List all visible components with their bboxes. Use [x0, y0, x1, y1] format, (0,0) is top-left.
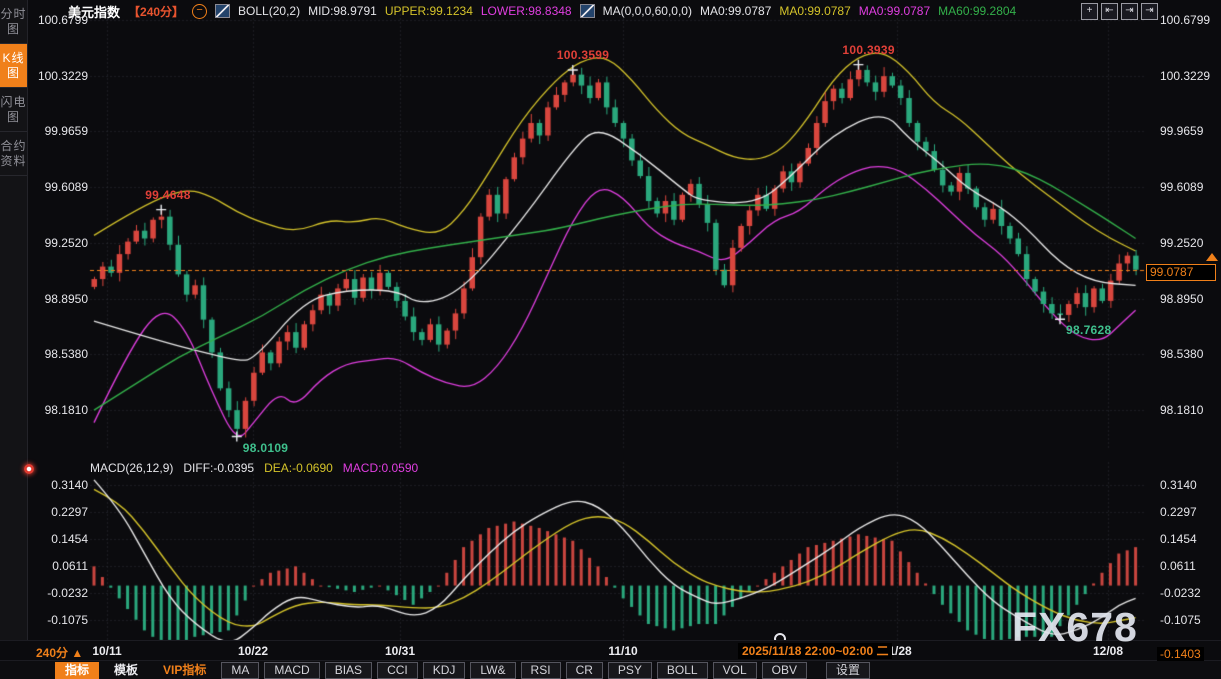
pan-icon[interactable]: +: [1081, 3, 1098, 20]
indicator-toolbar: 指标模板 VIP指标 MA MACD BIAS CCI KDJLW&RSI CR PSY BOLL…: [0, 660, 1221, 679]
sidebar-item-1[interactable]: K线图: [0, 44, 27, 88]
macd-axis-right-tick-4: -0.0232: [1160, 586, 1220, 600]
main-axis-right-tick-1: 100.3229: [1160, 69, 1220, 83]
toolbar-tab-3[interactable]: MA: [221, 662, 259, 679]
date-label-3: 11/10: [608, 644, 637, 658]
macd-macd-value: MACD:0.0590: [343, 461, 418, 475]
toolbar-tab-0[interactable]: 指标: [55, 662, 99, 679]
macd-header: MACD(26,12,9) DIFF:-0.0395 DEA:-0.0690 M…: [90, 461, 418, 475]
main-axis-left-tick-3: 99.6089: [28, 180, 88, 194]
toolbar-tab-6[interactable]: CCI: [377, 662, 418, 679]
extreme-high-label-0: 99.4648: [145, 188, 190, 202]
boll-mid-value: MID:98.9791: [308, 4, 377, 18]
period-label[interactable]: 【240分】: [128, 3, 184, 20]
chart-header: 美元指数 【240分】 − BOLL(20,2) MID:98.9791 UPP…: [68, 0, 1016, 22]
main-axis-right-tick-0: 100.6799: [1160, 13, 1220, 27]
chart-tool-icons: +⇤⇥⇥: [1081, 3, 1158, 20]
macd-params-label: MACD(26,12,9): [90, 461, 173, 475]
toolbar-tab-14[interactable]: OBV: [762, 662, 807, 679]
sidebar-item-0[interactable]: 分时图: [0, 0, 27, 44]
sidebar-item-3[interactable]: 合约资料: [0, 132, 27, 176]
toolbar-tab-13[interactable]: VOL: [713, 662, 757, 679]
sidebar-item-2[interactable]: 闪电图: [0, 88, 27, 132]
toolbar-tab-1[interactable]: 模板: [104, 662, 148, 679]
ma60-green-value: MA60:99.2804: [938, 4, 1016, 18]
toolbar-tab-5[interactable]: BIAS: [325, 662, 372, 679]
period-selector[interactable]: 240分 ▲: [36, 644, 83, 661]
macd-axis-left-tick-2: 0.1454: [28, 532, 88, 546]
macd-cursor-value-tag: -0.1403: [1157, 647, 1204, 661]
toolbar-tab-15[interactable]: 设置: [826, 662, 870, 679]
compress-left-icon[interactable]: ⇤: [1101, 3, 1118, 20]
main-axis-left-tick-4: 99.2520: [28, 236, 88, 250]
boll-lower-value: LOWER:98.8348: [481, 4, 572, 18]
left-sidebar: 分时图K线图闪电图合约资料: [0, 0, 28, 660]
toolbar-tab-10[interactable]: CR: [566, 662, 603, 679]
toolbar-tab-9[interactable]: RSI: [521, 662, 561, 679]
collapse-indicator-icon[interactable]: −: [192, 4, 207, 19]
extreme-high-label-3: 100.3939: [842, 43, 894, 57]
crosshair-date-label: 2025/11/18 22:00~02:00 二: [738, 643, 892, 659]
toolbar-tab-8[interactable]: LW&: [470, 662, 515, 679]
main-axis-right-tick-2: 99.9659: [1160, 124, 1220, 138]
main-axis-left-tick-6: 98.5380: [28, 347, 88, 361]
trading-app-window: 分时图K线图闪电图合约资料 美元指数 【240分】 − BOLL(20,2) M…: [0, 0, 1221, 679]
main-axis-right-tick-4: 99.2520: [1160, 236, 1220, 250]
period-dropdown-arrow-icon: ▲: [71, 646, 83, 660]
toolbar-tab-12[interactable]: BOLL: [657, 662, 708, 679]
date-label-1: 10/22: [238, 644, 268, 658]
ma0-magenta-value: MA0:99.0787: [859, 4, 930, 18]
main-axis-left-tick-2: 99.9659: [28, 124, 88, 138]
macd-diff-value: DIFF:-0.0395: [183, 461, 254, 475]
main-axis-right-tick-6: 98.5380: [1160, 347, 1220, 361]
macd-axis-left-tick-1: 0.2297: [28, 505, 88, 519]
macd-axis-left-tick-4: -0.0232: [28, 586, 88, 600]
macd-axis-right-tick-3: 0.0611: [1160, 559, 1220, 573]
toolbar-tab-7[interactable]: KDJ: [423, 662, 466, 679]
shift-right-icon[interactable]: ⇥: [1141, 3, 1158, 20]
date-label-0: 10/11: [92, 644, 121, 658]
macd-axis-right-tick-0: 0.3140: [1160, 478, 1220, 492]
date-label-5: 12/08: [1093, 644, 1123, 658]
extreme-low-label-1: 98.0109: [243, 441, 288, 455]
macd-axis-left-tick-5: -0.1075: [28, 613, 88, 627]
date-label-2: 10/31: [385, 644, 415, 658]
extreme-high-label-2: 100.3599: [557, 48, 609, 62]
current-price-tag: 99.0787: [1146, 264, 1216, 281]
toolbar-tab-11[interactable]: PSY: [608, 662, 652, 679]
toolbar-tab-2[interactable]: VIP指标: [153, 662, 216, 679]
compress-right-icon[interactable]: ⇥: [1121, 3, 1138, 20]
date-axis-row: 240分 ▲ 10/1110/2210/3111/1011/2812/08 20…: [0, 640, 1221, 661]
macd-axis-right-tick-5: -0.1075: [1160, 613, 1220, 627]
ma-indicator-icon[interactable]: [580, 4, 595, 18]
toolbar-tab-4[interactable]: MACD: [264, 662, 319, 679]
extreme-low-label-4: 98.7628: [1066, 323, 1111, 337]
main-axis-left-tick-7: 98.1810: [28, 403, 88, 417]
main-axis-left-tick-5: 98.8950: [28, 292, 88, 306]
macd-dea-value: DEA:-0.0690: [264, 461, 333, 475]
alert-sun-icon[interactable]: [24, 464, 34, 474]
macd-axis-left-tick-3: 0.0611: [28, 559, 88, 573]
boll-label: BOLL(20,2): [238, 4, 300, 18]
main-axis-left-tick-1: 100.3229: [28, 69, 88, 83]
boll-indicator-icon[interactable]: [215, 4, 230, 18]
main-axis-right-tick-3: 99.6089: [1160, 180, 1220, 194]
ma0-yellow-value: MA0:99.0787: [779, 4, 850, 18]
main-axis-right-tick-5: 98.8950: [1160, 292, 1220, 306]
macd-axis-left-tick-0: 0.3140: [28, 478, 88, 492]
macd-axis-right-tick-2: 0.1454: [1160, 532, 1220, 546]
ma-label: MA(0,0,0,60,0,0): [603, 4, 692, 18]
ma0-white-value: MA0:99.0787: [700, 4, 771, 18]
price-chart-canvas[interactable]: [0, 0, 1221, 679]
price-up-arrow-icon: [1206, 253, 1218, 261]
main-axis-left-tick-0: 100.6799: [28, 13, 88, 27]
macd-axis-right-tick-1: 0.2297: [1160, 505, 1220, 519]
main-axis-right-tick-7: 98.1810: [1160, 403, 1220, 417]
boll-upper-value: UPPER:99.1234: [385, 4, 473, 18]
